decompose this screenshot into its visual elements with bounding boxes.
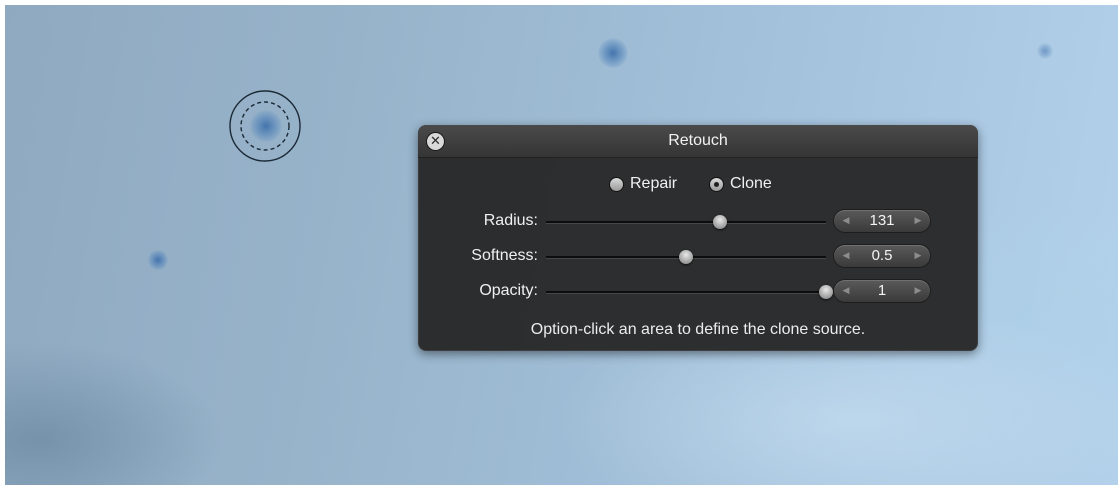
radio-clone-label: Clone [730,175,772,192]
decrement-arrow-icon[interactable]: ◀ [838,245,854,267]
opacity-slider-knob[interactable] [819,285,833,299]
hint-text: Option-click an area to define the clone… [530,321,866,338]
opacity-stepper[interactable]: ◀ 1 ▶ [834,280,930,302]
opacity-value[interactable]: 1 [856,280,908,302]
opacity-slider-track[interactable] [546,291,826,293]
close-button[interactable]: ✕ [427,133,444,150]
radio-repair-label: Repair [630,175,678,192]
radius-slider-track[interactable] [546,221,826,223]
radio-repair-dot[interactable] [610,177,623,191]
softness-stepper[interactable]: ◀ 0.5 ▶ [834,245,930,267]
radius-value[interactable]: 131 [856,210,908,232]
blemish-spot [1037,43,1053,59]
radius-slider-knob[interactable] [712,215,727,229]
decrement-arrow-icon[interactable]: ◀ [838,210,854,232]
increment-arrow-icon[interactable]: ▶ [910,245,926,267]
softness-label: Softness: [471,247,538,264]
softness-slider-knob[interactable] [679,250,693,264]
photo-canvas[interactable]: Retouch ✕ Repair Clone Radius: ◀ 131 ▶ S… [0,0,1118,485]
radius-label: Radius: [483,212,538,229]
blemish-spot [598,38,628,68]
close-circle-icon: ✕ [430,134,441,149]
softness-value[interactable]: 0.5 [856,245,908,267]
radio-repair[interactable]: Repair [610,174,677,194]
radius-stepper[interactable]: ◀ 131 ▶ [834,210,930,232]
radio-clone-dot[interactable] [710,177,723,191]
decrement-arrow-icon[interactable]: ◀ [838,280,854,302]
retouch-hud-panel: Retouch ✕ Repair Clone Radius: ◀ 131 ▶ S… [418,125,978,351]
canvas-border-left [0,0,5,485]
canvas-border-top [0,0,1118,5]
radio-clone[interactable]: Clone [710,174,772,194]
increment-arrow-icon[interactable]: ▶ [910,280,926,302]
clone-brush-cursor-icon[interactable] [228,89,302,163]
increment-arrow-icon[interactable]: ▶ [910,210,926,232]
opacity-label: Opacity: [479,282,538,299]
hud-title: Retouch [668,132,728,149]
blemish-spot [148,250,168,270]
